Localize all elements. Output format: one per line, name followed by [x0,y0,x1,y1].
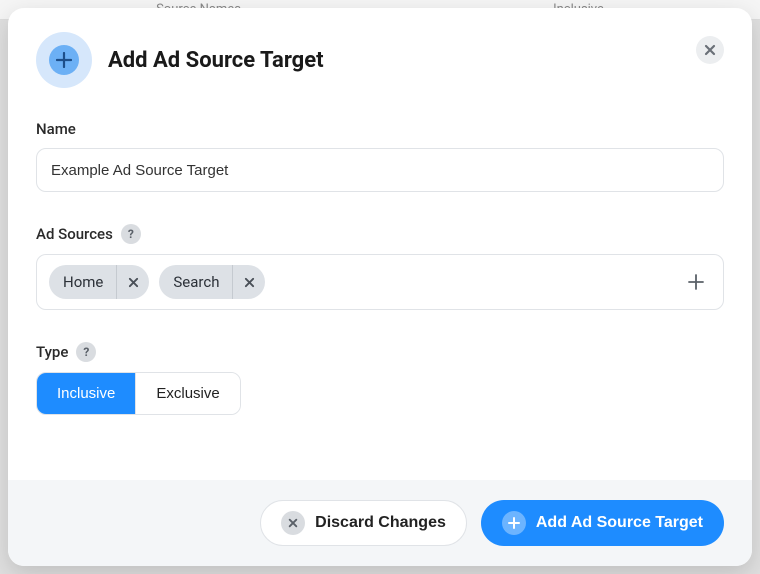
add-ad-source-button[interactable] [683,269,709,295]
close-icon [244,277,255,288]
close-icon [128,277,139,288]
name-label: Name [36,120,76,138]
dialog-title: Add Ad Source Target [108,48,324,73]
dialog-header: Add Ad Source Target [36,32,724,88]
plus-circle-icon [49,45,79,75]
dialog-footer: Discard Changes Add Ad Source Target [8,480,752,566]
help-icon[interactable]: ? [76,342,96,362]
chip-remove-button[interactable] [233,265,265,299]
discard-changes-button[interactable]: Discard Changes [260,500,467,546]
help-icon[interactable]: ? [121,224,141,244]
ad-sources-section: Ad Sources ? Home Search [36,224,724,310]
dialog-header-icon-wrap [36,32,92,88]
ad-sources-label: Ad Sources [36,225,113,243]
type-label: Type [36,343,68,361]
plus-circle-icon [502,511,526,535]
close-circle-icon [281,511,305,535]
type-option-exclusive[interactable]: Exclusive [136,373,239,414]
ad-source-chip-label: Home [49,265,117,299]
name-input[interactable] [36,148,724,192]
close-icon [704,44,716,56]
ad-source-chip-label: Search [159,265,233,299]
dialog-body: Add Ad Source Target Name Ad Sources ? H… [8,8,752,480]
ad-source-chip: Search [159,265,265,299]
ad-source-chip: Home [49,265,149,299]
plus-icon [687,273,705,291]
discard-changes-label: Discard Changes [315,514,446,532]
add-ad-source-target-label: Add Ad Source Target [536,514,703,532]
add-ad-source-target-dialog: Add Ad Source Target Name Ad Sources ? H… [8,8,752,566]
ad-sources-input[interactable]: Home Search [36,254,724,310]
close-button[interactable] [696,36,724,64]
type-option-inclusive[interactable]: Inclusive [37,373,136,414]
type-section: Type ? Inclusive Exclusive [36,342,724,415]
add-ad-source-target-button[interactable]: Add Ad Source Target [481,500,724,546]
name-section: Name [36,120,724,192]
type-segmented-control: Inclusive Exclusive [36,372,241,415]
chip-remove-button[interactable] [117,265,149,299]
